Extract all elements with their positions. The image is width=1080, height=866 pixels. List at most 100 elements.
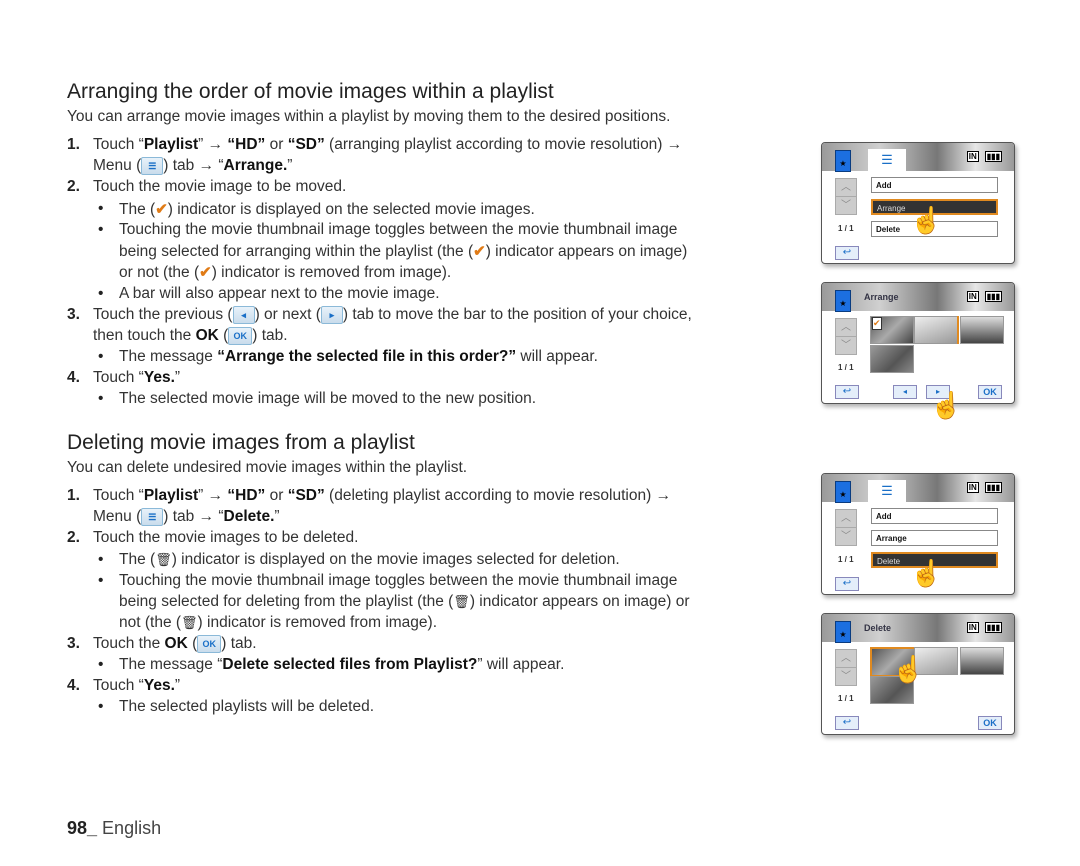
status-icons: IN ▮▮▮ bbox=[961, 151, 1002, 162]
section-intro-delete: You can delete undesired movie images wi… bbox=[67, 459, 468, 476]
up-button[interactable]: ︿ bbox=[835, 318, 857, 337]
ok-icon: OK bbox=[228, 327, 253, 345]
back-button[interactable]: ↩ bbox=[835, 246, 859, 260]
bullet-icon: • bbox=[98, 390, 104, 407]
bullet-text: or not (the (✔) indicator is removed fro… bbox=[119, 264, 452, 281]
bullet-icon: • bbox=[98, 551, 104, 568]
bullet-icon: • bbox=[98, 656, 104, 673]
playlist-icon: ★ bbox=[835, 290, 851, 312]
touch-hand-icon: ☝ bbox=[910, 558, 943, 588]
bullet-icon: • bbox=[98, 572, 104, 589]
step3-line2: then touch the OK (OK) tab. bbox=[93, 327, 288, 345]
previous-button[interactable]: ◂ bbox=[893, 385, 917, 399]
trash-indicator-icon: 🗑 bbox=[181, 615, 198, 630]
section-heading-delete: Deleting movie images from a playlist bbox=[67, 431, 415, 454]
step-number: 1. bbox=[67, 136, 80, 153]
step-number: 3. bbox=[67, 306, 80, 323]
page-indicator: 1 / 1 bbox=[838, 363, 854, 372]
bullet-text: A bar will also appear next to the movie… bbox=[119, 285, 440, 302]
bullet-text: The (✔) indicator is displayed on the se… bbox=[119, 201, 535, 218]
thumbnail[interactable] bbox=[960, 647, 1004, 675]
page-indicator: 1 / 1 bbox=[838, 694, 854, 703]
memory-in-icon: IN bbox=[966, 151, 979, 162]
step2-text: Touch the movie image to be moved. bbox=[93, 178, 347, 195]
page-number: 98_ bbox=[67, 818, 98, 838]
ok-button[interactable]: OK bbox=[978, 716, 1002, 730]
bullet-text: being selected for deleting from the pla… bbox=[119, 593, 690, 610]
down-button[interactable]: ﹀ bbox=[835, 196, 857, 215]
step1-line2: Menu (☰) tab → “Arrange.” bbox=[93, 157, 293, 175]
step-number: 4. bbox=[67, 369, 80, 386]
down-button[interactable]: ﹀ bbox=[835, 527, 857, 546]
up-button[interactable]: ︿ bbox=[835, 509, 857, 528]
step1-line1: Touch “Playlist” → “HD” or “SD” (arrangi… bbox=[93, 136, 683, 153]
touch-hand-icon: ☝ bbox=[930, 390, 963, 420]
ok-button[interactable]: OK bbox=[978, 385, 1002, 399]
thumbnail[interactable] bbox=[914, 316, 958, 344]
touch-hand-icon: ☝ bbox=[892, 654, 925, 684]
thumbnail[interactable] bbox=[960, 316, 1004, 344]
check-indicator-icon: ✔ bbox=[155, 201, 168, 218]
bullet-text: Touching the movie thumbnail image toggl… bbox=[119, 572, 678, 589]
check-indicator-icon: ✔ bbox=[199, 264, 212, 281]
check-indicator-icon: ✔ bbox=[473, 243, 486, 260]
screen-title: Arrange bbox=[864, 292, 899, 302]
bullet-text: being selected for arranging within the … bbox=[119, 243, 688, 260]
back-button[interactable]: ↩ bbox=[835, 385, 859, 399]
playlist-icon: ★ bbox=[835, 150, 851, 172]
bullet-text: Touching the movie thumbnail image toggl… bbox=[119, 221, 678, 238]
screen-menu-arrange: ★ ☰ IN ▮▮▮ ︿ ﹀ 1 / 1 ↩ Add Arrange Delete… bbox=[821, 142, 1015, 264]
screen-header: ★ Arrange IN ▮▮▮ bbox=[822, 283, 1014, 312]
bullet-icon: • bbox=[98, 221, 104, 238]
thumbnail[interactable] bbox=[870, 345, 914, 373]
down-button[interactable]: ﹀ bbox=[835, 667, 857, 686]
bullet-icon: • bbox=[98, 698, 104, 715]
screen-arrange: ★ Arrange IN ▮▮▮ ︿ ﹀ 1 / 1 ✔ ↩ ◂ ▸ OK bbox=[821, 282, 1015, 404]
playlist-icon: ★ bbox=[835, 621, 851, 643]
touch-hand-icon: ☝ bbox=[910, 205, 943, 235]
bullet-icon: • bbox=[98, 200, 104, 217]
up-button[interactable]: ︿ bbox=[835, 178, 857, 197]
battery-icon: ▮▮▮ bbox=[984, 622, 1002, 633]
page-footer: 98_ English bbox=[67, 818, 161, 839]
page-indicator: 1 / 1 bbox=[838, 555, 854, 564]
step1-line2: Menu (☰) tab → “Delete.” bbox=[93, 508, 280, 526]
menu-item-arrange[interactable]: Arrange bbox=[871, 530, 998, 546]
thumbnail[interactable]: ✔ bbox=[870, 316, 914, 344]
status-icons: IN ▮▮▮ bbox=[961, 291, 1002, 302]
back-button[interactable]: ↩ bbox=[835, 716, 859, 730]
arrange-position-bar bbox=[957, 316, 959, 344]
battery-icon: ▮▮▮ bbox=[984, 482, 1002, 493]
screen-delete: ★ Delete IN ▮▮▮ ︿ ﹀ 1 / 1 ☝ ↩ OK bbox=[821, 613, 1015, 735]
menu-icon: ☰ bbox=[141, 157, 164, 175]
menu-item-add[interactable]: Add bbox=[871, 177, 998, 193]
trash-indicator-icon: 🗑 bbox=[155, 552, 172, 567]
bullet-text: not (the (🗑) indicator is removed from i… bbox=[119, 614, 438, 631]
section-heading-arrange: Arranging the order of movie images with… bbox=[67, 80, 554, 103]
bullet-icon: • bbox=[98, 348, 104, 365]
playlist-icon: ★ bbox=[835, 481, 851, 503]
page-indicator: 1 / 1 bbox=[838, 224, 854, 233]
up-button[interactable]: ︿ bbox=[835, 649, 857, 668]
screen-header: ★ Delete IN ▮▮▮ bbox=[822, 614, 1014, 643]
status-icons: IN ▮▮▮ bbox=[961, 482, 1002, 493]
down-button[interactable]: ﹀ bbox=[835, 336, 857, 355]
bullet-text: The message “Delete selected files from … bbox=[119, 656, 565, 673]
step-number: 4. bbox=[67, 677, 80, 694]
step-number: 3. bbox=[67, 635, 80, 652]
bullet-text: The selected movie image will be moved t… bbox=[119, 390, 536, 407]
screen-header: ★ ☰ IN ▮▮▮ bbox=[822, 474, 1014, 503]
battery-icon: ▮▮▮ bbox=[984, 151, 1002, 162]
previous-icon: ◂ bbox=[232, 306, 255, 324]
memory-in-icon: IN bbox=[966, 622, 979, 633]
menu-tab[interactable]: ☰ bbox=[868, 480, 906, 502]
memory-in-icon: IN bbox=[966, 291, 979, 302]
menu-tab[interactable]: ☰ bbox=[868, 149, 906, 171]
menu-item-add[interactable]: Add bbox=[871, 508, 998, 524]
bullet-text: The message “Arrange the selected file i… bbox=[119, 348, 598, 365]
step3-text: Touch the OK (OK) tab. bbox=[93, 635, 257, 653]
status-icons: IN ▮▮▮ bbox=[961, 622, 1002, 633]
back-button[interactable]: ↩ bbox=[835, 577, 859, 591]
step1-line1: Touch “Playlist” → “HD” or “SD” (deletin… bbox=[93, 487, 672, 504]
step4-text: Touch “Yes.” bbox=[93, 369, 181, 386]
